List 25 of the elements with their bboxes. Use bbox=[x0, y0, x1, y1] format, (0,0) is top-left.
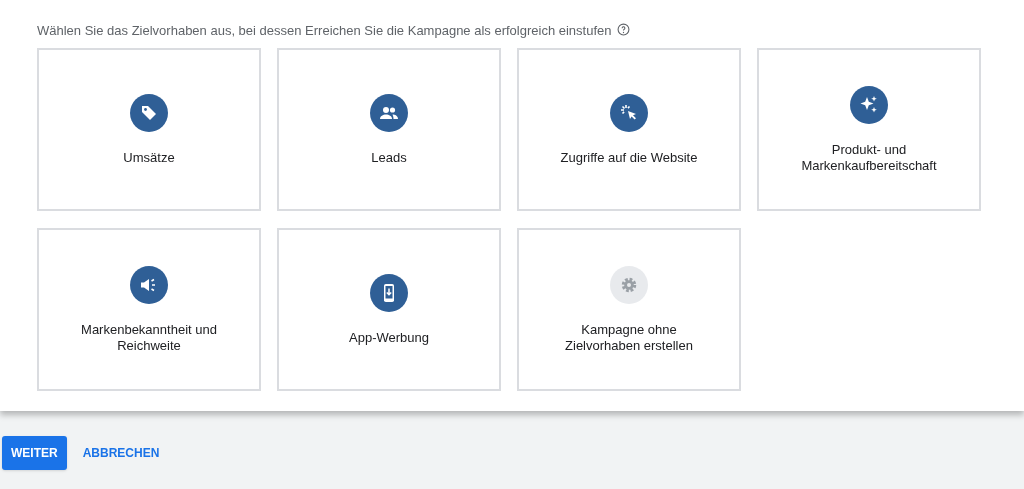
help-icon[interactable] bbox=[616, 22, 630, 36]
goal-card[interactable]: Kampagne ohne Zielvorhaben erstellen bbox=[517, 228, 741, 391]
goal-card[interactable]: Produkt- und Markenkaufbereitschaft bbox=[757, 48, 981, 211]
goal-label: Produkt- und Markenkaufbereitschaft bbox=[800, 141, 938, 174]
goal-card[interactable]: Leads bbox=[277, 48, 501, 211]
goal-card[interactable]: Umsätze bbox=[37, 48, 261, 211]
settings-icon bbox=[610, 265, 648, 304]
goal-card[interactable]: Markenbekanntheit und Reichweite bbox=[37, 228, 261, 391]
megaphone-icon bbox=[130, 265, 168, 304]
cursor-click-icon bbox=[610, 93, 648, 132]
cancel-button[interactable]: ABBRECHEN bbox=[80, 436, 162, 470]
goal-label: Kampagne ohne Zielvorhaben erstellen bbox=[564, 321, 694, 354]
goal-label: Umsätze bbox=[122, 149, 176, 166]
next-button[interactable]: WEITER bbox=[2, 436, 67, 470]
goal-label: Zugriffe auf die Website bbox=[559, 149, 699, 166]
goal-card[interactable]: Zugriffe auf die Website bbox=[517, 48, 741, 211]
phone-download-icon bbox=[370, 273, 408, 312]
goal-label: Leads bbox=[370, 149, 408, 166]
instruction-text: Wählen Sie das Zielvorhaben aus, bei dessen Erreichen Sie die Kampagne als erfolgreich einstufen bbox=[37, 22, 612, 41]
goal-label: App-Werbung bbox=[348, 329, 430, 346]
goal-label: Markenbekanntheit und Reichweite bbox=[80, 321, 218, 354]
goal-card[interactable]: App-Werbung bbox=[277, 228, 501, 391]
sparkle-icon bbox=[850, 85, 888, 124]
tag-icon bbox=[130, 93, 168, 132]
people-icon bbox=[370, 93, 408, 132]
